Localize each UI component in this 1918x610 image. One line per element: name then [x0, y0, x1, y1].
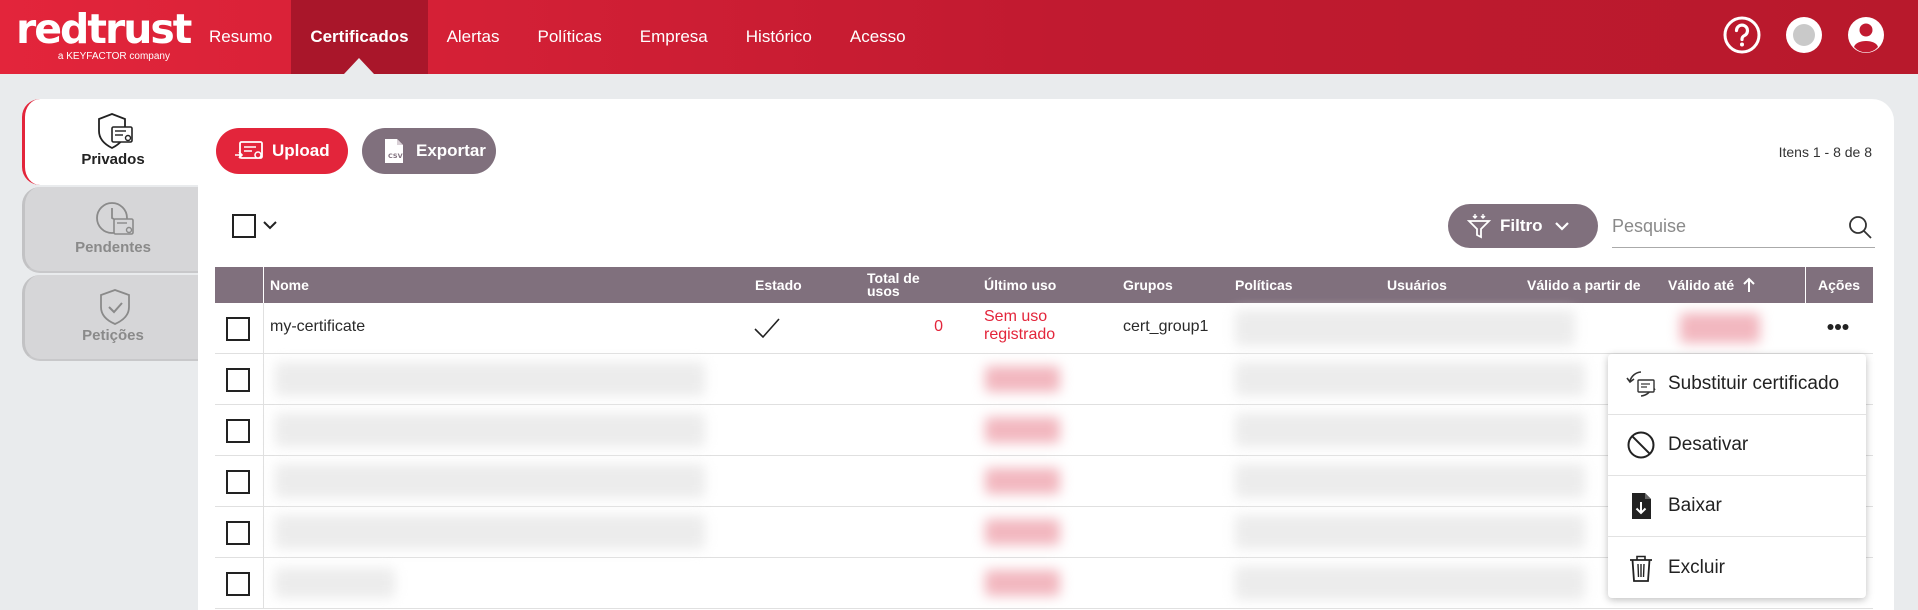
- row-checkbox[interactable]: [226, 368, 250, 392]
- upload-certificate-icon: [235, 141, 263, 159]
- items-count: Itens 1 - 8 de 8: [1778, 144, 1872, 160]
- actions-menu: Substituir certificado Desativar Baixar …: [1608, 354, 1866, 598]
- redacted-content: [1235, 413, 1585, 447]
- redacted-content: [275, 568, 395, 598]
- sort-ascending-arrow-icon: [1743, 277, 1755, 292]
- menu-item-label: Excluir: [1668, 556, 1726, 578]
- logo-subtitle: a KEYFACTOR company: [57, 51, 170, 62]
- redacted-content: [985, 366, 1060, 392]
- last-use-value: Sem uso registrado: [984, 308, 1056, 343]
- redacted-content: [985, 468, 1060, 494]
- total-uses-value: 0: [934, 318, 943, 335]
- redacted-content: [1235, 362, 1585, 396]
- search-box: [1612, 206, 1875, 248]
- column-header-valido-ate[interactable]: Válido até: [1668, 267, 1756, 303]
- upload-label: Upload: [272, 141, 330, 160]
- status-indicator-icon[interactable]: [1784, 15, 1824, 55]
- redacted-content: [1235, 310, 1575, 346]
- shield-certificate-icon: [98, 113, 133, 150]
- search-icon[interactable]: [1847, 214, 1873, 240]
- redacted-content: [275, 413, 705, 447]
- column-header-ultimo-uso[interactable]: Último uso: [984, 267, 1056, 303]
- redacted-content: [1235, 515, 1585, 549]
- filter-label: Filtro: [1500, 216, 1543, 235]
- main-nav: Resumo Certificados Alertas Políticas Em…: [190, 0, 925, 74]
- redacted-content: [1235, 566, 1585, 600]
- trash-icon: [1630, 555, 1652, 582]
- svg-text:CSV: CSV: [388, 152, 403, 160]
- redacted-content: [985, 570, 1060, 596]
- user-avatar-icon[interactable]: [1846, 15, 1886, 55]
- redacted-content: [275, 362, 705, 396]
- certificate-name[interactable]: my-certificate: [270, 318, 365, 336]
- filter-button[interactable]: Filtro: [1448, 204, 1598, 248]
- chevron-down-icon[interactable]: [262, 217, 278, 233]
- sidetab-label: Petições: [82, 327, 144, 344]
- upload-button[interactable]: Upload: [216, 128, 348, 174]
- more-actions-icon[interactable]: [1827, 323, 1849, 331]
- column-header-total-usos[interactable]: Total de usos: [867, 267, 937, 303]
- column-header-politicas[interactable]: Políticas: [1235, 267, 1293, 303]
- check-icon: [754, 318, 780, 339]
- nav-item-certificados[interactable]: Certificados: [291, 0, 428, 74]
- sidetab-pendentes[interactable]: Pendentes: [22, 187, 198, 273]
- nav-item-historico[interactable]: Histórico: [727, 0, 831, 74]
- replace-certificate-icon: [1626, 371, 1656, 397]
- column-header-grupos[interactable]: Grupos: [1123, 267, 1173, 303]
- search-input[interactable]: [1612, 206, 1837, 246]
- export-button[interactable]: CSV Exportar: [362, 128, 496, 174]
- menu-item-label: Desativar: [1668, 434, 1749, 455]
- column-header-estado[interactable]: Estado: [755, 267, 802, 303]
- menu-item-excluir[interactable]: Excluir: [1608, 537, 1866, 598]
- nav-item-alertas[interactable]: Alertas: [428, 0, 519, 74]
- nav-item-politicas[interactable]: Políticas: [518, 0, 620, 74]
- redacted-content: [985, 417, 1060, 443]
- download-file-icon: [1632, 493, 1651, 519]
- row-checkbox[interactable]: [226, 521, 250, 545]
- groups-value: cert_group1: [1123, 318, 1209, 335]
- table-header: Nome Estado Total de usos Último uso Gru…: [215, 267, 1873, 303]
- nav-item-empresa[interactable]: Empresa: [621, 0, 727, 74]
- sidetab-label: Pendentes: [75, 239, 151, 256]
- clock-certificate-icon: [96, 202, 134, 235]
- column-header-nome[interactable]: Nome: [270, 267, 309, 303]
- menu-item-baixar[interactable]: Baixar: [1608, 476, 1866, 537]
- redtrust-logo[interactable]: redtrust a KEYFACTOR company: [16, 6, 192, 66]
- redacted-content: [1680, 313, 1760, 343]
- table-row[interactable]: my-certificate 0 Sem uso registrado cert…: [215, 303, 1873, 354]
- disable-icon: [1627, 431, 1655, 459]
- menu-item-label: Baixar: [1668, 495, 1722, 516]
- nav-item-resumo[interactable]: Resumo: [190, 0, 291, 74]
- column-header-label: Válido até: [1668, 276, 1735, 293]
- csv-file-icon: CSV: [385, 139, 403, 163]
- menu-item-label: Substituir certificado: [1668, 373, 1840, 394]
- row-checkbox[interactable]: [226, 419, 250, 443]
- sidetab-peticoes[interactable]: Petições: [22, 275, 198, 361]
- help-icon[interactable]: [1722, 15, 1762, 55]
- column-header-acoes: Ações: [1818, 276, 1861, 293]
- chevron-down-icon: [1554, 222, 1569, 231]
- export-label: Exportar: [416, 141, 486, 160]
- logo-text: redtrust: [16, 5, 192, 53]
- redacted-content: [985, 519, 1060, 545]
- redacted-content: [275, 515, 705, 549]
- sidetab-privados[interactable]: Privados: [22, 99, 198, 185]
- menu-item-substituir-certificado[interactable]: Substituir certificado: [1608, 354, 1866, 415]
- nav-item-acesso[interactable]: Acesso: [831, 0, 925, 74]
- top-navigation-bar: redtrust a KEYFACTOR company Resumo Cert…: [0, 0, 1918, 74]
- redacted-content: [275, 464, 705, 498]
- row-checkbox[interactable]: [226, 470, 250, 494]
- menu-item-desativar[interactable]: Desativar: [1608, 415, 1866, 476]
- row-checkbox[interactable]: [226, 572, 250, 596]
- sidetab-label: Privados: [81, 151, 145, 168]
- column-header-valido-a-partir[interactable]: Válido a partir de: [1527, 267, 1641, 303]
- select-all-checkbox[interactable]: [232, 214, 256, 238]
- row-checkbox[interactable]: [226, 317, 250, 341]
- shield-check-icon: [100, 289, 130, 325]
- filter-funnel-icon: [1466, 214, 1492, 239]
- redacted-content: [1235, 464, 1585, 498]
- column-header-usuarios[interactable]: Usuários: [1387, 267, 1447, 303]
